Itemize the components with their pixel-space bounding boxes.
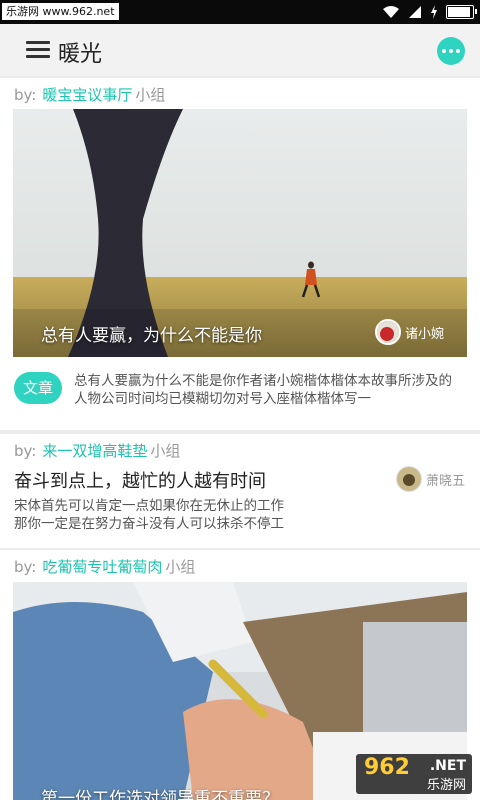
app-title: 暖光 [58,42,103,67]
author-name: 萧晓五 [426,473,466,489]
group-link[interactable]: 暖宝宝议事厅 [42,86,132,104]
charging-icon [431,5,437,19]
menu-icon[interactable] [26,41,50,59]
hero-title: 第一份工作选对领导重不重要？ [41,789,279,800]
feed-card[interactable]: by: 暖宝宝议事厅 小组 总有人要赢，为什么不能是你 诸小婉 文章 总有人要赢… [0,78,480,430]
feed-card[interactable]: by: 来一双增高鞋垫 小组 奋斗到点上，越忙的人越有时间 萧晓五 宋体首先可以肯定… [0,434,480,548]
author[interactable]: 萧晓五 [396,466,465,492]
battery-icon [446,5,477,19]
status-bar: 乐游网 www.962.net [0,0,480,24]
post-title: 奋斗到点上，越忙的人越有时间 [14,471,266,492]
wifi-icon [383,6,399,18]
group-link[interactable]: 来一双增高鞋垫 [42,442,147,460]
group-link[interactable]: 吃葡萄专吐葡萄肉 [42,558,162,576]
author-name: 诸小婉 [405,326,445,342]
byline: by: 暖宝宝议事厅 小组 [14,86,166,104]
author[interactable]: 诸小婉 [375,319,444,345]
signal-icon [409,6,421,18]
summary: 总有人要赢为什么不能是你作者诸小婉楷体楷体本故事所涉及的人物公司时间均已模糊切勿… [74,373,452,407]
byline: by: 来一双增高鞋垫 小组 [14,442,181,460]
site-logo: 962 .NET 乐游网 [356,754,472,794]
status-icons [382,3,477,21]
hero-title: 总有人要赢，为什么不能是你 [41,326,262,346]
avatar [375,319,401,345]
avatar [396,466,422,492]
more-icon[interactable] [437,37,465,65]
watermark: 乐游网 www.962.net [2,3,119,20]
tag-badge: 文章 [14,372,62,404]
app-bar: 暖光 [0,24,480,76]
hero-image[interactable]: 总有人要赢，为什么不能是你 诸小婉 [13,109,467,357]
post-excerpt: 宋体首先可以肯定一点如果你在无休止的工作 那你一定是在努力奋斗没有人可以抹杀不停… [14,498,284,532]
byline: by: 吃葡萄专吐葡萄肉 小组 [14,558,196,576]
